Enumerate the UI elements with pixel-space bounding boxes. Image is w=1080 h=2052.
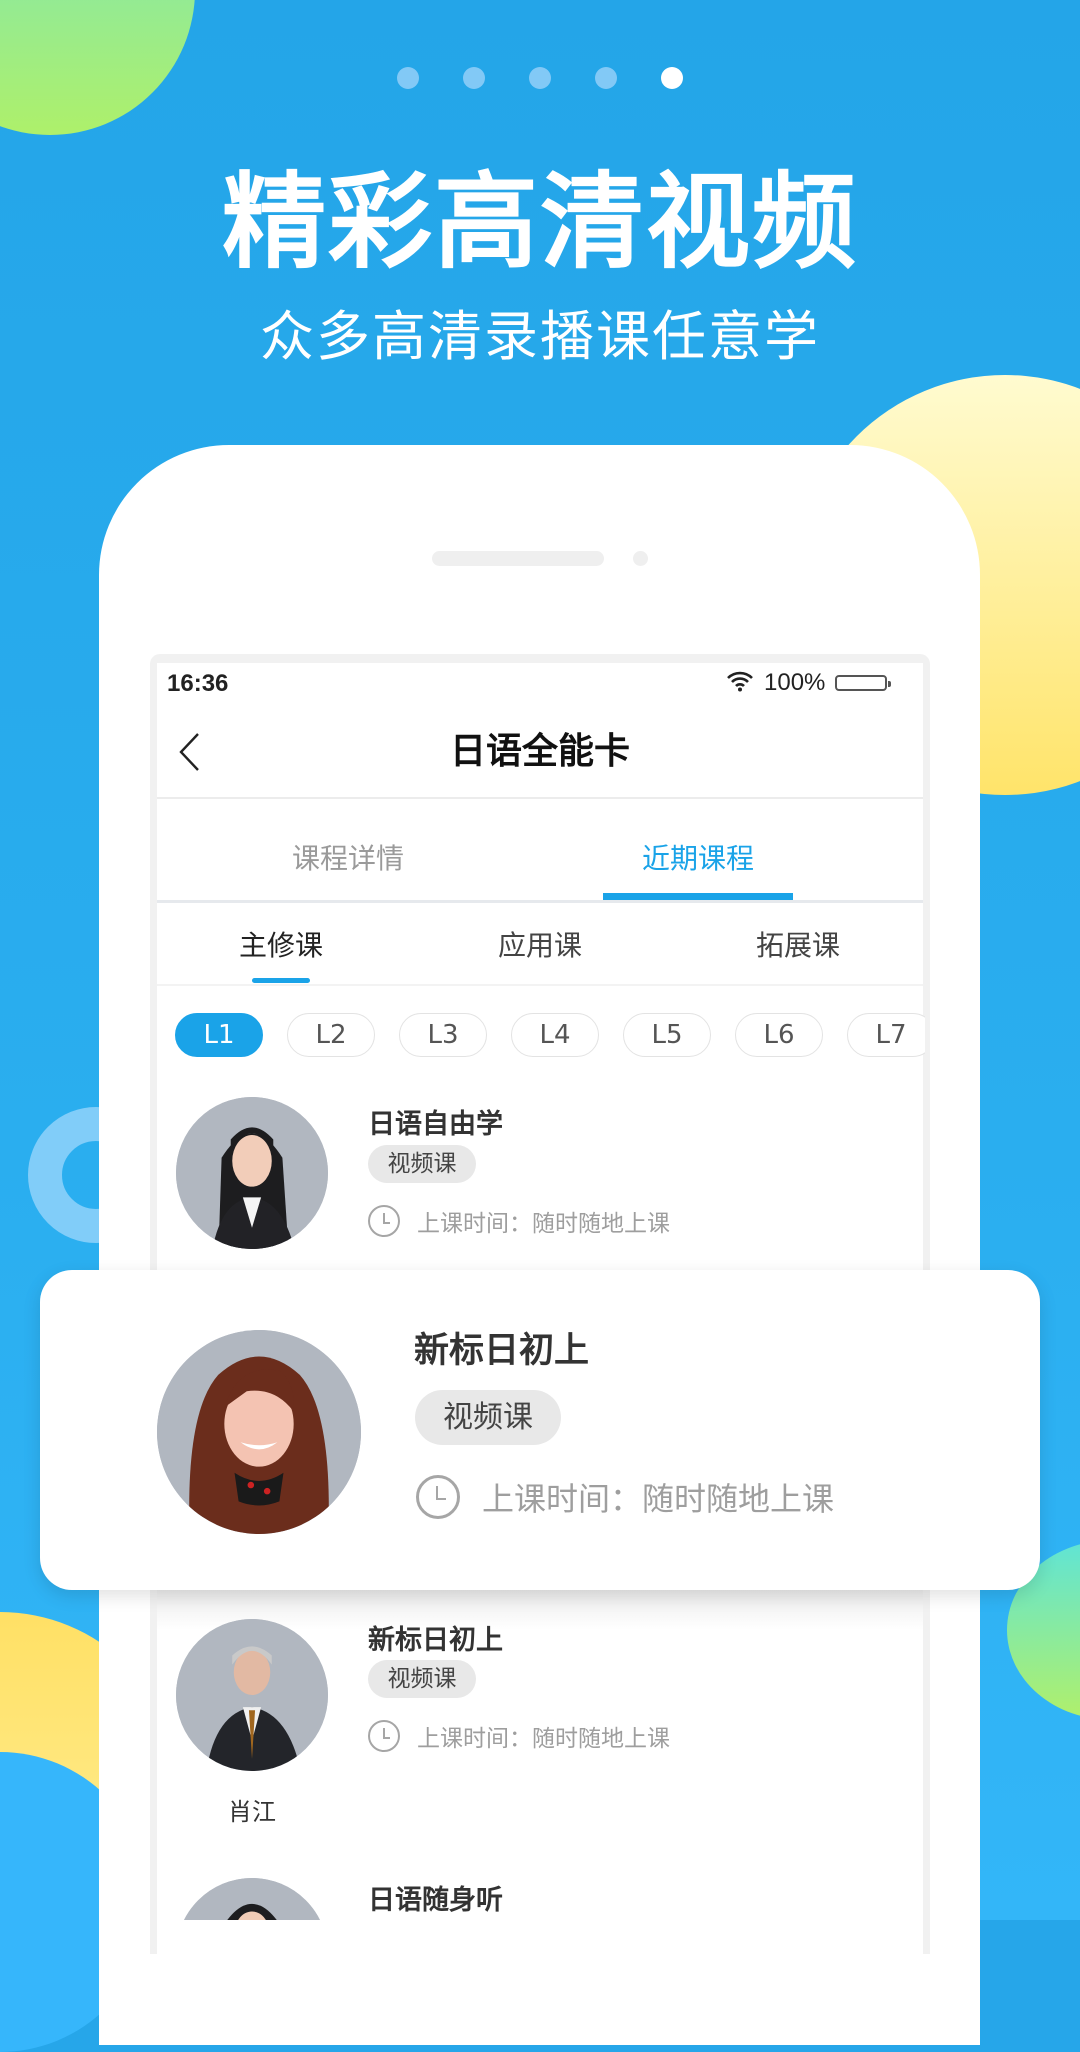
status-time: 16:36 [167, 670, 229, 697]
teacher-avatar [157, 1330, 361, 1534]
course-time: 上课时间：随时随地上课 [416, 1474, 834, 1520]
teacher-avatar [176, 1878, 328, 1920]
tab-recent-courses[interactable]: 近期课程 [603, 837, 793, 877]
subtab-extended[interactable]: 拓展课 [728, 924, 868, 964]
subtab-applied[interactable]: 应用课 [470, 924, 610, 964]
carousel-dot[interactable] [463, 67, 485, 89]
featured-course-card[interactable]: 新标日初上 视频课 上课时间：随时随地上课 [40, 1270, 1040, 1590]
chevron-left-icon [179, 733, 199, 771]
course-time-label: 上课时间：随时随地上课 [482, 1480, 835, 1518]
teacher-name: 肖江 [228, 1798, 276, 1826]
level-pill-l5[interactable]: L5 [623, 1013, 711, 1057]
tab-active-indicator [603, 893, 793, 900]
course-list-item[interactable]: 日语随身听 [157, 1860, 923, 1920]
hero-title: 精彩高清视频 [221, 161, 858, 283]
course-title: 日语随身听 [368, 1885, 503, 1916]
carousel-dot-active[interactable] [661, 67, 683, 89]
teacher-avatar [176, 1619, 328, 1771]
clock-icon [368, 1205, 400, 1237]
level-pill-l7[interactable]: L7 [847, 1013, 925, 1057]
carousel-dot[interactable] [529, 67, 551, 89]
level-pill-l6[interactable]: L6 [735, 1013, 823, 1057]
phone-camera [633, 551, 648, 566]
course-tabs: 课程详情 近期课程 [157, 799, 923, 903]
course-list-item[interactable]: 肖江 新标日初上 视频课 上课时间：随时随地上课 [157, 1610, 923, 1840]
subtab-main[interactable]: 主修课 [211, 924, 351, 964]
page-title: 日语全能卡 [449, 731, 630, 772]
level-pill-l4[interactable]: L4 [511, 1013, 599, 1057]
subtab-active-indicator [252, 978, 310, 983]
tab-course-details[interactable]: 课程详情 [253, 837, 443, 877]
course-time-label: 上课时间：随时随地上课 [417, 1726, 670, 1752]
course-type-tag: 视频课 [415, 1390, 561, 1445]
course-time: 上课时间：随时随地上课 [368, 1204, 670, 1238]
back-button[interactable] [176, 730, 216, 774]
course-title: 日语自由学 [368, 1109, 503, 1140]
course-title: 新标日初上 [414, 1331, 590, 1371]
clock-icon [368, 1720, 400, 1752]
course-list-item[interactable]: 日语自由学 视频课 上课时间：随时随地上课 [157, 1090, 923, 1270]
carousel-dot[interactable] [397, 67, 419, 89]
course-type-tag: 视频课 [368, 1145, 476, 1183]
course-type-tag: 视频课 [368, 1660, 476, 1698]
teacher-avatar [176, 1097, 328, 1249]
battery-icon [835, 675, 892, 691]
level-selector: L1 L2 L3 L4 L5 L6 L7 [175, 1013, 925, 1057]
status-indicators: 100% [726, 669, 892, 697]
phone-speaker [432, 551, 604, 566]
course-title: 新标日初上 [368, 1625, 503, 1656]
level-pill-l3[interactable]: L3 [399, 1013, 487, 1057]
carousel-indicator [0, 67, 1080, 89]
course-time: 上课时间：随时随地上课 [368, 1719, 670, 1753]
level-pill-l2[interactable]: L2 [287, 1013, 375, 1057]
course-type-tabs: 主修课 应用课 拓展课 [157, 903, 923, 986]
wifi-icon [726, 670, 754, 696]
carousel-dot[interactable] [595, 67, 617, 89]
battery-percent: 100% [764, 669, 826, 696]
level-pill-l1[interactable]: L1 [175, 1013, 263, 1057]
course-time-label: 上课时间：随时随地上课 [417, 1211, 670, 1237]
hero-subtitle: 众多高清录播课任意学 [260, 305, 820, 368]
clock-icon [416, 1475, 460, 1519]
